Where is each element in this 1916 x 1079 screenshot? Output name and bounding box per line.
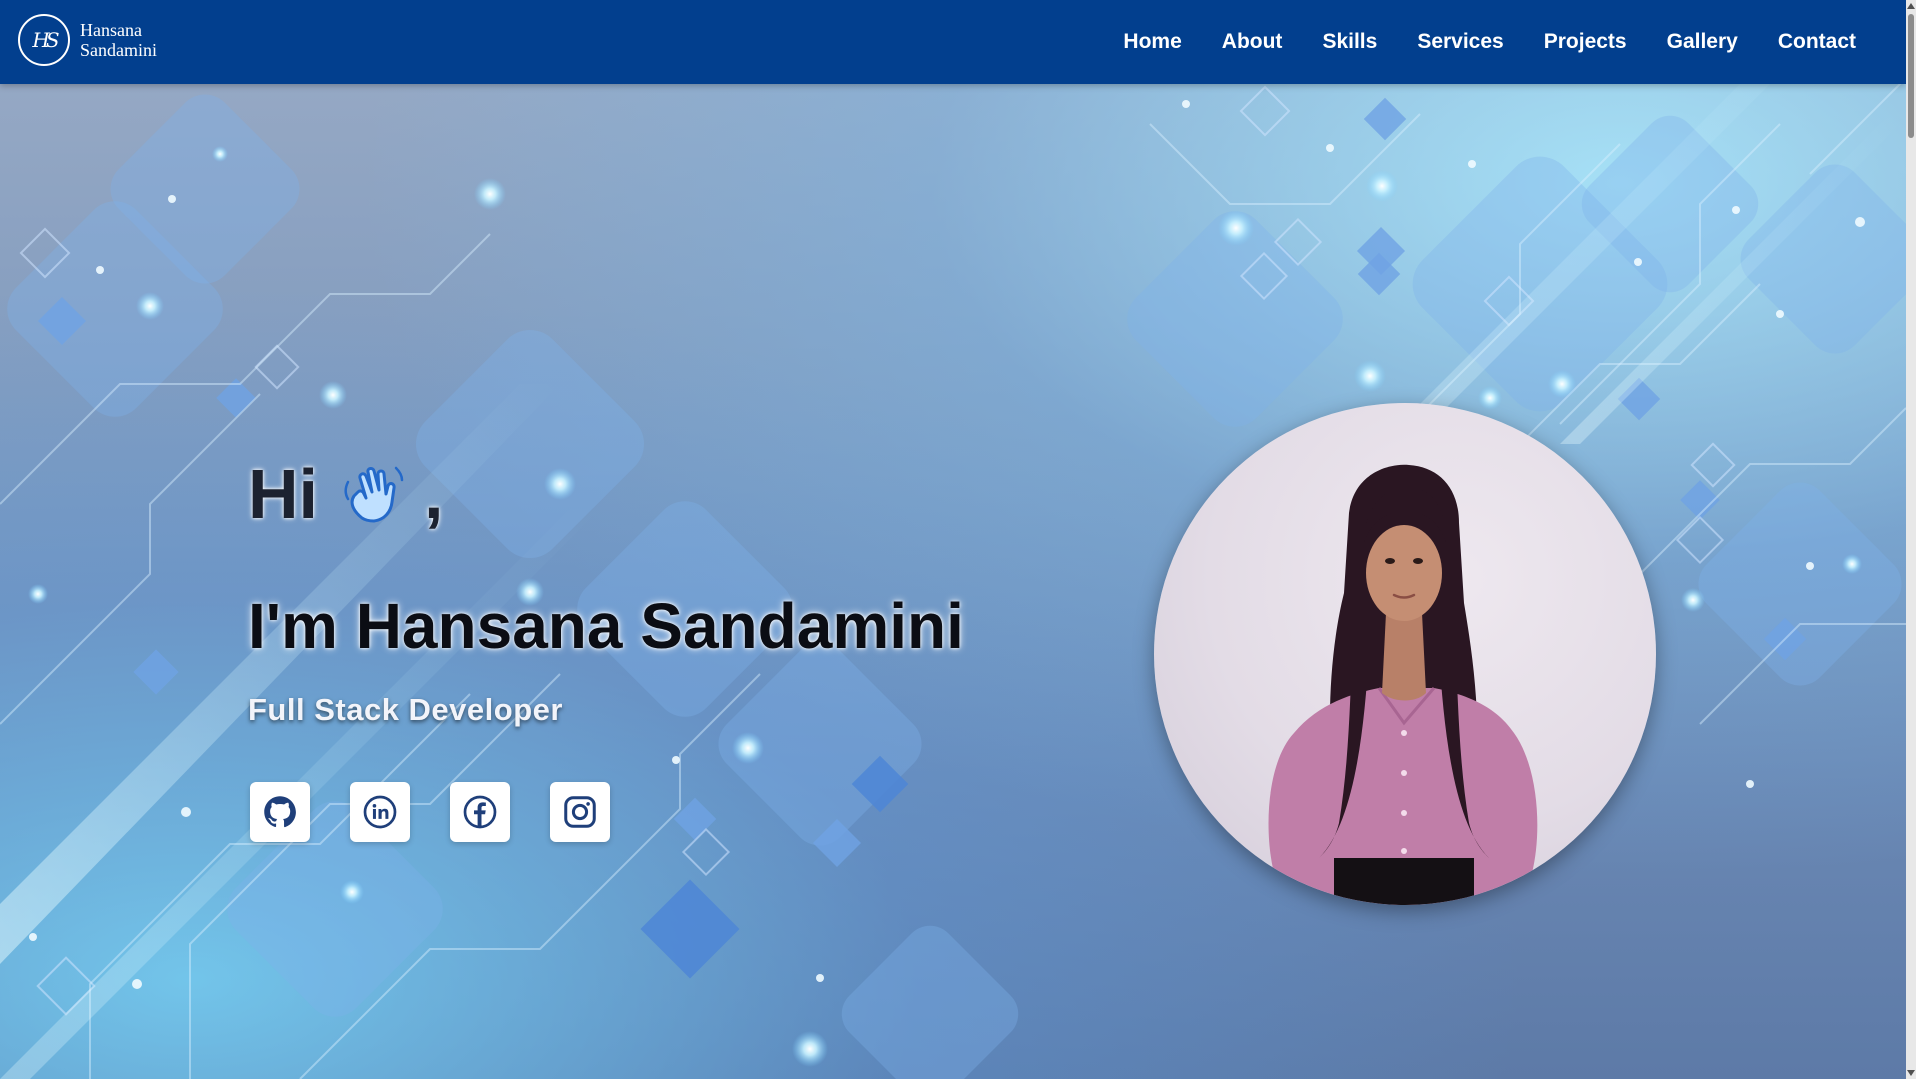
logo-monogram: HS — [18, 14, 70, 66]
nav-link-about[interactable]: About — [1222, 30, 1283, 54]
nav-link-skills[interactable]: Skills — [1322, 30, 1377, 54]
page-scrollbar[interactable] — [1906, 0, 1916, 1079]
scroll-up-arrow-icon[interactable] — [1907, 3, 1915, 9]
facebook-link[interactable] — [450, 782, 510, 842]
instagram-icon — [564, 796, 596, 828]
site-logo[interactable]: HS Hansana Sandamini — [18, 14, 157, 66]
navbar: HS Hansana Sandamini Home About Skills S… — [0, 0, 1906, 84]
greeting-text: Hi — [248, 455, 318, 533]
hero-name: I'm Hansana Sandamini — [248, 590, 964, 662]
nav-links: Home About Skills Services Projects Gall… — [1083, 0, 1856, 84]
hero-greeting: Hi , — [248, 454, 443, 534]
logo-name-line2: Sandamini — [80, 40, 157, 60]
github-link[interactable] — [250, 782, 310, 842]
scrollbar-thumb[interactable] — [1908, 14, 1914, 138]
linkedin-icon — [363, 795, 397, 829]
hero-section: Hi , I'm Hansana Sandamini Full Stack De… — [0, 84, 1906, 1079]
logo-text: Hansana Sandamini — [80, 20, 157, 60]
waving-hand-icon — [338, 458, 410, 530]
facebook-icon — [463, 795, 497, 829]
greeting-suffix: , — [424, 455, 444, 533]
nav-link-gallery[interactable]: Gallery — [1667, 30, 1738, 54]
profile-photo — [1154, 403, 1656, 905]
portrait-illustration — [1268, 464, 1538, 905]
nav-link-home[interactable]: Home — [1123, 30, 1181, 54]
github-icon — [264, 796, 296, 828]
scroll-down-arrow-icon[interactable] — [1907, 1070, 1915, 1076]
nav-link-contact[interactable]: Contact — [1778, 30, 1856, 54]
nav-link-services[interactable]: Services — [1417, 30, 1503, 54]
nav-link-projects[interactable]: Projects — [1544, 30, 1627, 54]
instagram-link[interactable] — [550, 782, 610, 842]
linkedin-link[interactable] — [350, 782, 410, 842]
logo-name-line1: Hansana — [80, 20, 142, 40]
social-links — [250, 782, 650, 842]
hero-role: Full Stack Developer — [248, 692, 563, 727]
